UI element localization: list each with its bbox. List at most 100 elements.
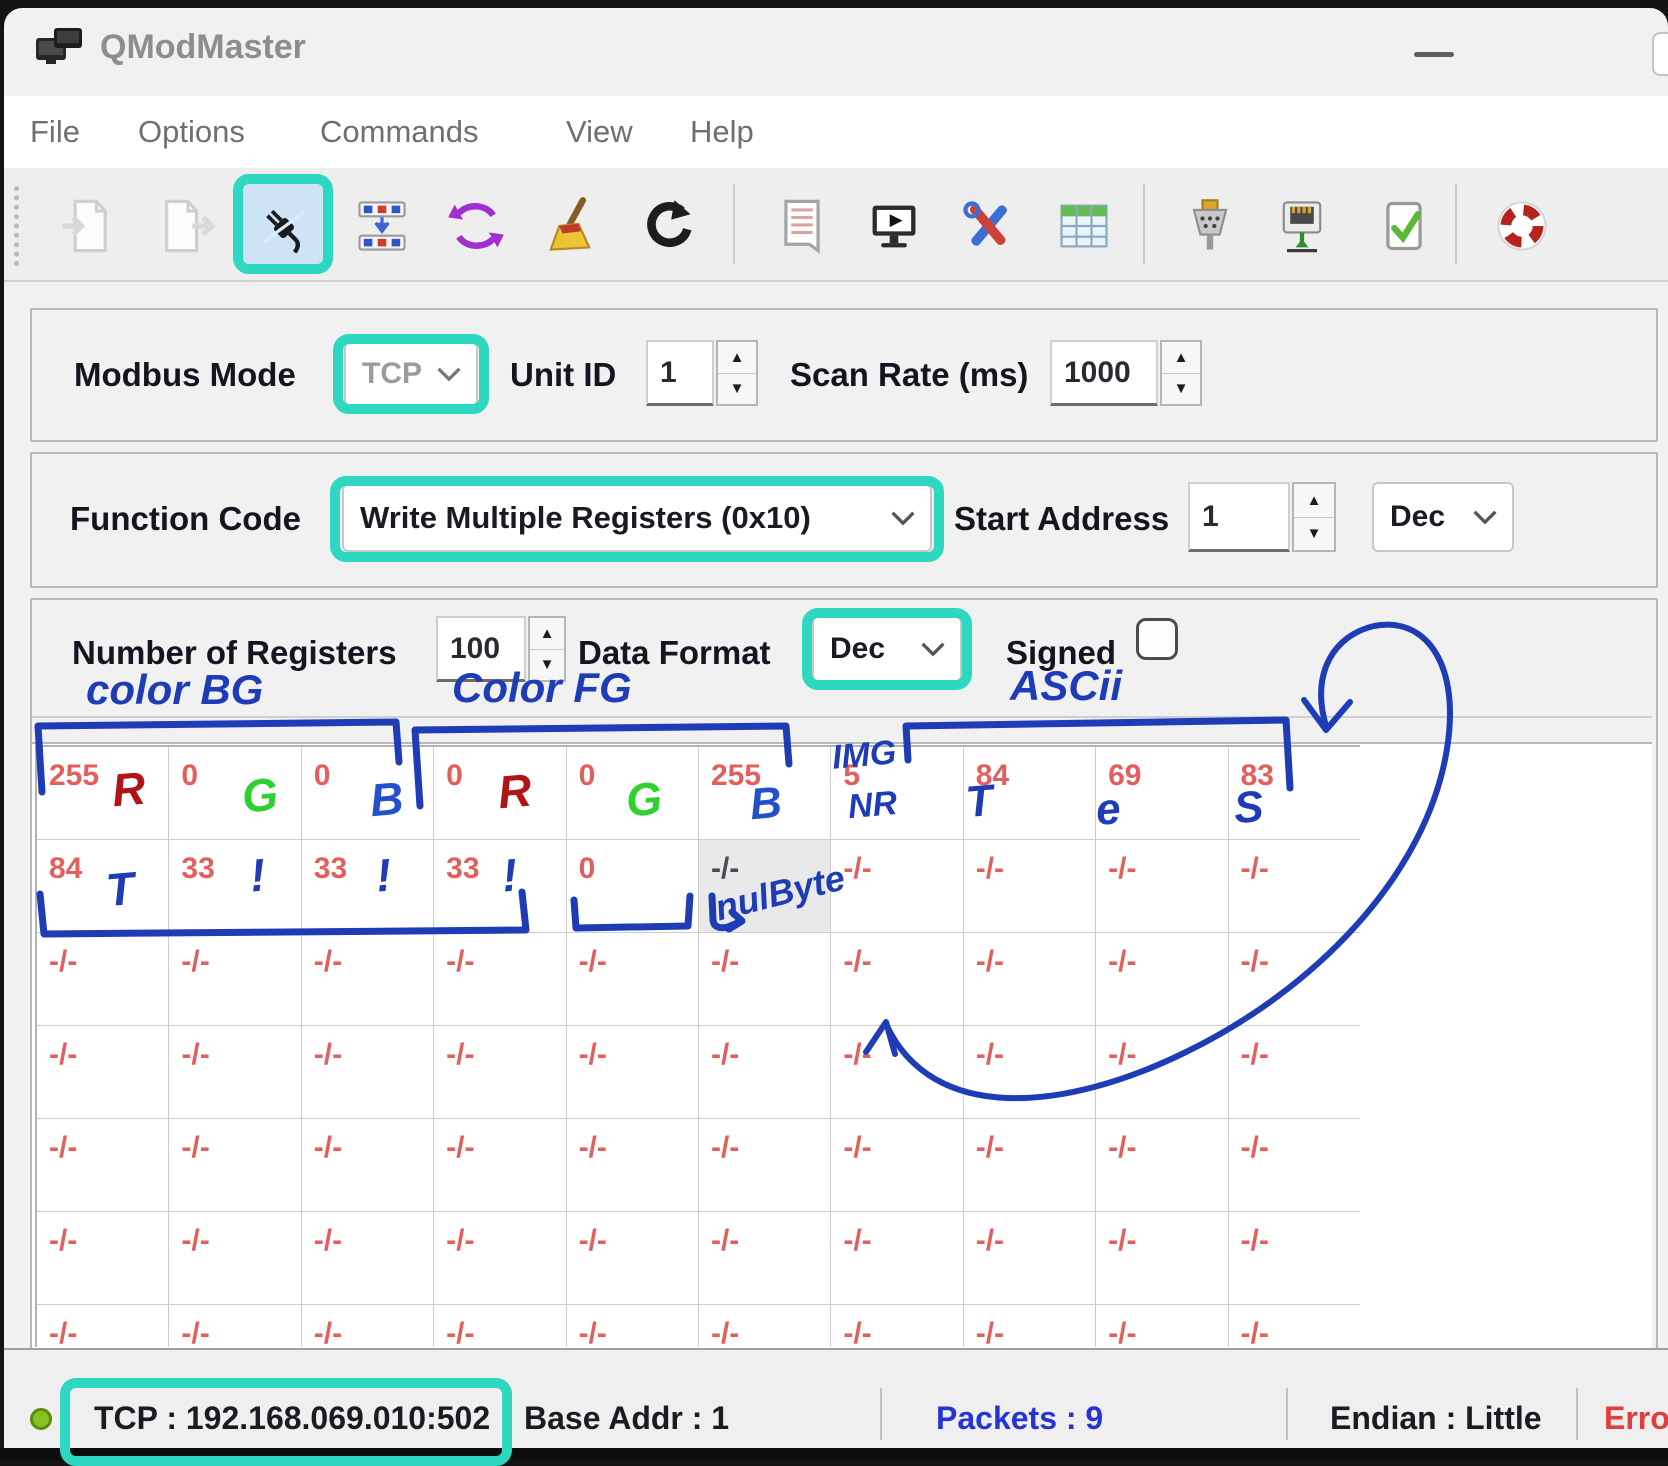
clear-data-button[interactable] — [540, 196, 600, 256]
spin-up-icon[interactable]: ▲ — [530, 618, 564, 650]
register-cell-r7c2[interactable]: -/- — [169, 1305, 301, 1347]
register-cell-r2c5[interactable]: 0 — [567, 840, 699, 933]
register-cell-r6c6[interactable]: -/- — [699, 1212, 831, 1305]
register-cell-r1c6[interactable]: 255 — [699, 747, 831, 840]
register-cell-r5c5[interactable]: -/- — [567, 1119, 699, 1212]
unit-id-spinner[interactable]: ▲▼ — [716, 340, 758, 406]
register-cell-r6c3[interactable]: -/- — [302, 1212, 434, 1305]
register-cell-r5c2[interactable]: -/- — [169, 1119, 301, 1212]
maximize-button[interactable] — [1652, 32, 1668, 76]
load-session-button[interactable] — [58, 196, 118, 256]
register-cell-r2c7[interactable]: -/- — [831, 840, 963, 933]
menu-view[interactable]: View — [566, 114, 633, 150]
register-cell-r3c5[interactable]: -/- — [567, 933, 699, 1026]
register-cell-r1c4[interactable]: 0 — [434, 747, 566, 840]
menu-help[interactable]: Help — [690, 114, 754, 150]
register-cell-r5c9[interactable]: -/- — [1096, 1119, 1228, 1212]
register-cell-r3c7[interactable]: -/- — [831, 933, 963, 1026]
register-cell-r7c10[interactable]: -/- — [1229, 1305, 1360, 1347]
register-cell-r1c3[interactable]: 0 — [302, 747, 434, 840]
register-cell-r2c9[interactable]: -/- — [1096, 840, 1228, 933]
register-cell-r3c8[interactable]: -/- — [964, 933, 1096, 1026]
register-cell-r7c4[interactable]: -/- — [434, 1305, 566, 1347]
register-cell-r6c9[interactable]: -/- — [1096, 1212, 1228, 1305]
register-cell-r2c4[interactable]: 33 — [434, 840, 566, 933]
register-cell-r7c8[interactable]: -/- — [964, 1305, 1096, 1347]
spin-down-icon[interactable]: ▼ — [1162, 374, 1200, 405]
register-cell-r3c2[interactable]: -/- — [169, 933, 301, 1026]
spin-down-icon[interactable]: ▼ — [1294, 518, 1334, 551]
minimize-button[interactable] — [1414, 52, 1454, 57]
register-cell-r1c9[interactable]: 69 — [1096, 747, 1228, 840]
menu-commands[interactable]: Commands — [320, 114, 479, 150]
register-cell-r7c7[interactable]: -/- — [831, 1305, 963, 1347]
registers-view-button[interactable] — [1054, 196, 1114, 256]
save-session-button[interactable] — [158, 196, 218, 256]
register-cell-r4c4[interactable]: -/- — [434, 1026, 566, 1119]
register-cell-r3c1[interactable]: -/- — [37, 933, 169, 1026]
settings-button[interactable] — [958, 196, 1018, 256]
register-cell-r3c4[interactable]: -/- — [434, 933, 566, 1026]
register-cell-r7c1[interactable]: -/- — [37, 1305, 169, 1347]
scan-button[interactable] — [446, 196, 506, 256]
open-log-button[interactable] — [772, 196, 832, 256]
register-cell-r2c10[interactable]: -/- — [1229, 840, 1360, 933]
about-button[interactable] — [1492, 196, 1552, 256]
spin-up-icon[interactable]: ▲ — [1162, 342, 1200, 374]
register-cell-r2c2[interactable]: 33 — [169, 840, 301, 933]
spin-up-icon[interactable]: ▲ — [718, 342, 756, 374]
register-cell-r4c3[interactable]: -/- — [302, 1026, 434, 1119]
connect-button[interactable] — [254, 198, 314, 258]
reset-counters-button[interactable] — [638, 196, 698, 256]
bus-monitor-button[interactable] — [864, 196, 924, 256]
register-cell-r4c10[interactable]: -/- — [1229, 1026, 1360, 1119]
scan-rate-input[interactable]: 1000 — [1050, 340, 1158, 406]
num-registers-spinner[interactable]: ▲▼ — [528, 616, 566, 682]
data-format-select[interactable]: Dec — [812, 616, 962, 682]
register-cell-r4c1[interactable]: -/- — [37, 1026, 169, 1119]
register-cell-r4c6[interactable]: -/- — [699, 1026, 831, 1119]
register-cell-r1c1[interactable]: 255 — [37, 747, 169, 840]
signed-checkbox[interactable] — [1136, 618, 1178, 660]
register-cell-r4c5[interactable]: -/- — [567, 1026, 699, 1119]
register-cell-r5c10[interactable]: -/- — [1229, 1119, 1360, 1212]
register-cell-r5c6[interactable]: -/- — [699, 1119, 831, 1212]
start-address-spinner[interactable]: ▲▼ — [1292, 482, 1336, 552]
register-cell-r3c6[interactable]: -/- — [699, 933, 831, 1026]
num-registers-input[interactable]: 100 — [436, 616, 526, 682]
register-cell-r2c3[interactable]: 33 — [302, 840, 434, 933]
register-cell-r7c6[interactable]: -/- — [699, 1305, 831, 1347]
register-cell-r4c8[interactable]: -/- — [964, 1026, 1096, 1119]
register-cell-r4c2[interactable]: -/- — [169, 1026, 301, 1119]
register-cell-r5c3[interactable]: -/- — [302, 1119, 434, 1212]
register-cell-r5c4[interactable]: -/- — [434, 1119, 566, 1212]
register-cell-r5c8[interactable]: -/- — [964, 1119, 1096, 1212]
register-cell-r6c5[interactable]: -/- — [567, 1212, 699, 1305]
modbus-mode-select[interactable]: TCP — [344, 342, 478, 406]
start-address-input[interactable]: 1 — [1188, 482, 1290, 552]
register-cell-r1c8[interactable]: 84 — [964, 747, 1096, 840]
register-cell-r4c7[interactable]: -/- — [831, 1026, 963, 1119]
register-cell-r7c5[interactable]: -/- — [567, 1305, 699, 1347]
register-cell-r4c9[interactable]: -/- — [1096, 1026, 1228, 1119]
register-cell-r2c6[interactable]: -/- — [699, 840, 831, 933]
spin-up-icon[interactable]: ▲ — [1294, 484, 1334, 518]
register-cell-r1c7[interactable]: 5 — [831, 747, 963, 840]
serial-settings-button[interactable] — [1180, 196, 1240, 256]
toolbar-drag-handle[interactable] — [14, 186, 19, 266]
menu-options[interactable]: Options — [138, 114, 245, 150]
register-cell-r6c10[interactable]: -/- — [1229, 1212, 1360, 1305]
register-cell-r2c1[interactable]: 84 — [37, 840, 169, 933]
register-cell-r6c4[interactable]: -/- — [434, 1212, 566, 1305]
scan-rate-spinner[interactable]: ▲▼ — [1160, 340, 1202, 406]
network-settings-button[interactable] — [1272, 196, 1332, 256]
register-cell-r6c7[interactable]: -/- — [831, 1212, 963, 1305]
register-cell-r6c8[interactable]: -/- — [964, 1212, 1096, 1305]
read-write-io-button[interactable] — [352, 196, 412, 256]
register-cell-r3c3[interactable]: -/- — [302, 933, 434, 1026]
register-cell-r6c2[interactable]: -/- — [169, 1212, 301, 1305]
register-cell-r6c1[interactable]: -/- — [37, 1212, 169, 1305]
register-cell-r1c10[interactable]: 83 — [1229, 747, 1360, 840]
spin-down-icon[interactable]: ▼ — [530, 650, 564, 681]
start-address-base-select[interactable]: Dec — [1372, 482, 1514, 552]
